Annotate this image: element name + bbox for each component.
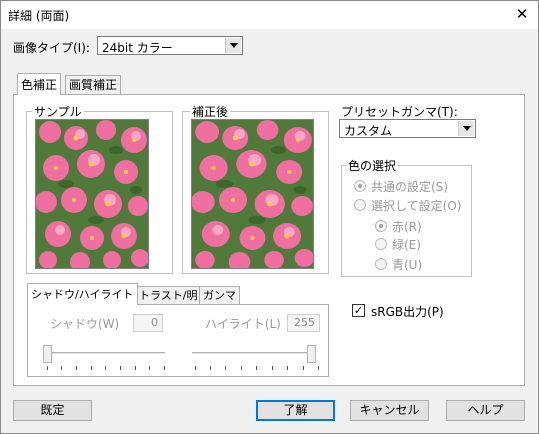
highlight-slider-thumb[interactable]: [307, 345, 316, 363]
flower-photo-before: [36, 120, 148, 268]
srgb-label: sRGB出力(P): [371, 305, 444, 319]
image-type-label: 画像タイプ(I):: [13, 41, 90, 55]
radio-green[interactable]: [375, 238, 387, 250]
radio-blue[interactable]: [375, 258, 387, 270]
title-bar: [0, 0, 539, 29]
preset-gamma-select[interactable]: カスタム: [339, 119, 476, 138]
sample-image: [35, 119, 149, 269]
radio-common-label: 共通の設定(S): [371, 180, 448, 194]
tab-gamma[interactable]: ガンマ: [199, 286, 240, 304]
highlight-label: ハイライト(L): [205, 317, 281, 331]
image-type-value: 24bit カラー: [102, 41, 173, 55]
radio-per-color-label: 選択して設定(O): [371, 199, 462, 213]
preset-gamma-value: カスタム: [344, 124, 393, 138]
color-select-label: 色の選択: [346, 157, 399, 174]
highlight-slider-track: [192, 352, 316, 355]
radio-red[interactable]: [375, 220, 387, 232]
tab-image-quality[interactable]: 画質補正: [65, 75, 122, 94]
image-type-select[interactable]: 24bit カラー: [97, 36, 243, 55]
corrected-image: [191, 119, 314, 269]
shadow-slider-track: [47, 352, 165, 355]
default-button[interactable]: 既定: [13, 400, 92, 421]
close-icon[interactable]: ✕: [509, 3, 535, 25]
highlight-slider-ticks: [195, 366, 319, 371]
shadow-slider-ticks: [47, 366, 165, 371]
shadow-slider-thumb[interactable]: [43, 345, 52, 363]
tab-shadow-highlight[interactable]: シャドウ/ハイライト: [27, 283, 138, 305]
cancel-button[interactable]: キャンセル: [350, 400, 429, 421]
radio-per-color[interactable]: [354, 199, 366, 211]
radio-green-label: 緑(E): [392, 238, 421, 252]
preset-gamma-label: プリセットガンマ(T):: [341, 105, 458, 119]
shadow-label: シャドウ(W): [50, 317, 120, 331]
chevron-down-icon: [458, 121, 474, 136]
radio-common[interactable]: [354, 180, 366, 192]
radio-blue-label: 青(U): [392, 258, 423, 272]
window-title: 詳細 (両面): [8, 9, 70, 23]
corrected-label: 補正後: [190, 103, 231, 120]
chevron-down-icon: [225, 38, 241, 53]
ok-button[interactable]: 了解: [256, 400, 335, 421]
help-button[interactable]: ヘルプ: [446, 400, 525, 421]
srgb-checkbox[interactable]: ✓: [352, 304, 365, 317]
highlight-value-field[interactable]: 255: [287, 314, 320, 332]
flower-photo-after: [192, 120, 313, 268]
sample-label: サンプル: [32, 103, 84, 120]
radio-red-label: 赤(R): [392, 220, 422, 234]
tab-color-correction[interactable]: 色補正: [17, 73, 62, 95]
shadow-value-field[interactable]: 0: [133, 314, 163, 332]
